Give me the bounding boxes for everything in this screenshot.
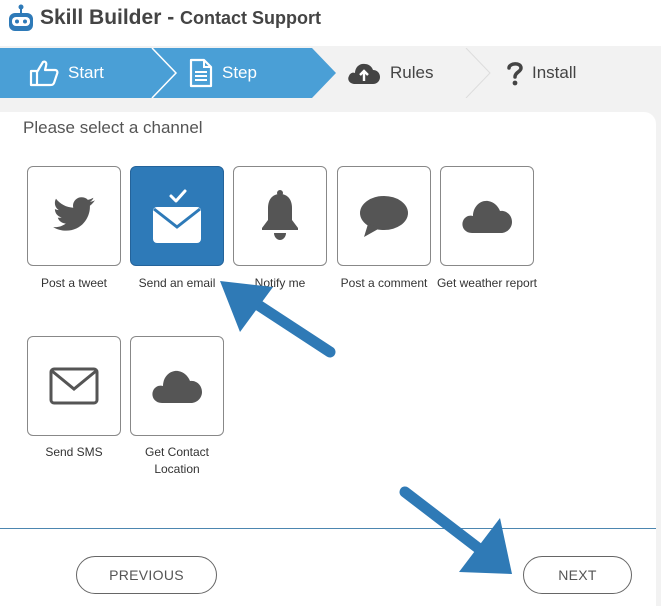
panel-title: Please select a channel [23, 118, 203, 137]
document-icon [189, 58, 213, 88]
wizard-steps: Start Step Rules Install [0, 48, 661, 98]
previous-button[interactable]: PREVIOUS [76, 556, 217, 594]
cloud-upload-icon [348, 63, 380, 84]
app-name: Skill Builder [40, 6, 162, 29]
next-button[interactable]: NEXT [523, 556, 632, 594]
envelope-icon [49, 367, 99, 405]
channel-label-notify-me: Notify me [254, 276, 306, 290]
channel-tile-notify-me[interactable] [233, 166, 327, 266]
envelope-check-icon [153, 189, 201, 243]
channel-tile-send-email[interactable] [130, 166, 224, 266]
question-mark-icon [507, 62, 523, 86]
channel-panel: Please select a channel Post a tweet Sen… [0, 112, 656, 606]
channel-tile-post-tweet[interactable] [27, 166, 121, 266]
channel-tile-contact-location[interactable] [130, 336, 224, 436]
step-rules[interactable]: Rules [346, 48, 433, 98]
channel-label-post-tweet: Post a tweet [40, 276, 108, 290]
step-step-label: Step [222, 63, 257, 82]
cloud-icon [152, 370, 202, 403]
speech-bubble-icon [360, 196, 408, 237]
page-subtitle: Contact Support [180, 8, 322, 28]
robot-logo-icon [9, 4, 33, 31]
title-separator: - [161, 6, 181, 29]
channel-label-contact-location: Get Contact Location [144, 445, 210, 476]
channel-label-send-sms: Send SMS [45, 445, 103, 459]
step-step[interactable]: Step [188, 48, 257, 98]
twitter-bird-icon [53, 197, 96, 231]
channel-tile-send-sms[interactable] [27, 336, 121, 436]
page-title: Skill Builder - Contact Support [40, 6, 321, 30]
channel-tile-post-comment[interactable] [337, 166, 431, 266]
step-start-label: Start [68, 63, 104, 82]
channel-tile-weather-report[interactable] [440, 166, 534, 266]
step-install[interactable]: Install [506, 48, 576, 98]
app-header: Skill Builder - Contact Support [0, 0, 661, 46]
thumbs-up-icon [29, 60, 59, 87]
step-start[interactable]: Start [28, 48, 104, 98]
step-rules-label: Rules [390, 63, 434, 82]
step-install-label: Install [532, 63, 577, 82]
channel-label-send-email: Send an email [138, 276, 216, 290]
bell-icon [262, 190, 298, 240]
channel-label-post-comment: Post a comment [340, 276, 428, 290]
channel-label-weather-report: Get weather report [436, 276, 538, 290]
footer-divider [0, 528, 656, 529]
cloud-icon [462, 200, 512, 233]
